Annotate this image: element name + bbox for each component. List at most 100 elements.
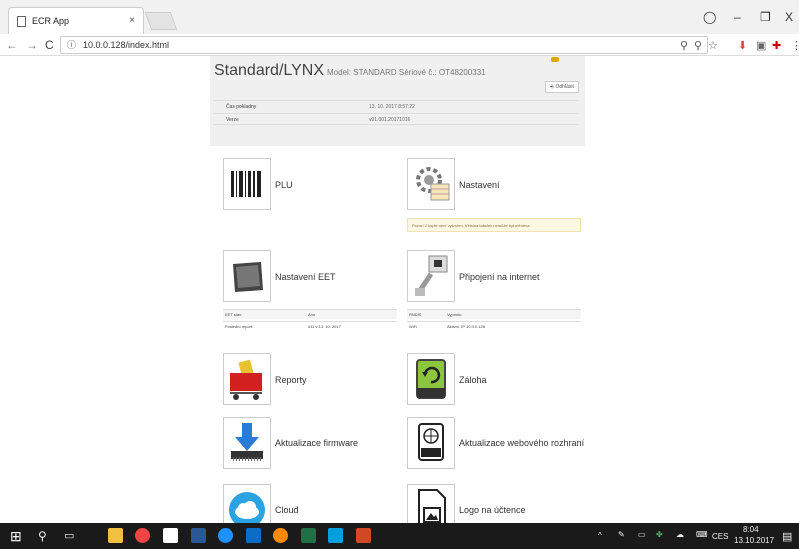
url-text: 10.0.0.128/index.html (83, 40, 170, 50)
profile-icon[interactable]: ◯ (703, 10, 716, 24)
close-window-button[interactable]: X (785, 10, 793, 24)
start-windows-icon[interactable]: ⊞ (10, 528, 22, 545)
info-value: 13. 10. 2017 8:57:22 (369, 104, 415, 110)
logo-label[interactable]: Logo na účtence (459, 505, 526, 515)
bookmark-star-icon[interactable]: ☆ (708, 39, 718, 52)
backup-tile[interactable] (407, 353, 455, 405)
forward-button[interactable]: → (26, 38, 38, 52)
info-value: v01.001.20171016 (369, 117, 411, 123)
shopping-cart-icon (230, 359, 262, 400)
new-tab-button[interactable] (144, 12, 178, 30)
tab-close-icon[interactable]: × (129, 15, 135, 26)
task-view-icon[interactable]: ▭ (64, 529, 74, 542)
web-update-tile[interactable] (407, 417, 455, 469)
skype-icon[interactable] (328, 528, 343, 543)
web-update-label[interactable]: Aktualizace webového rozhraní (459, 438, 584, 448)
minimize-button[interactable]: – (734, 10, 741, 24)
stat-label: EET stav: (225, 312, 243, 317)
restore-button[interactable]: ❐ (760, 10, 771, 24)
info-label: Verze (226, 117, 239, 123)
cloud-label[interactable]: Cloud (275, 505, 299, 515)
language-indicator[interactable]: CES (712, 532, 728, 541)
gear-icon (416, 167, 450, 201)
menu-icon[interactable]: ⋮ (791, 39, 799, 52)
tab-title: ECR App (32, 16, 70, 26)
stat-value: Vypnuto (447, 312, 462, 317)
clock-date[interactable]: 13.10.2017 (734, 536, 774, 545)
chrome-icon[interactable] (135, 528, 150, 543)
cloud-tile[interactable] (223, 484, 271, 523)
clock-time[interactable]: 8:04 (743, 525, 759, 534)
search-icon[interactable]: ⚲ (38, 529, 47, 543)
cloud-tray-icon[interactable]: ☁ (676, 530, 684, 539)
extension-icon[interactable]: ▣ (756, 39, 766, 52)
info-icon[interactable]: ⓘ (67, 37, 76, 53)
browser-tab[interactable]: ECR App × (8, 7, 144, 34)
store-icon[interactable] (163, 528, 178, 543)
pen-icon[interactable]: ✎ (618, 530, 625, 539)
ethernet-icon (415, 255, 448, 296)
info-row: Verze v01.001.20171016 (214, 113, 578, 125)
stat-label: RNDIS (409, 312, 422, 317)
model-line: Model: STANDARD Sériové č.: OT48200331 (327, 68, 486, 77)
stat-row: Poslední report: #11 v 13. 10. 2017 (223, 321, 397, 331)
extension-icon[interactable]: ⬇ (738, 39, 747, 52)
internet-label[interactable]: Připojení na internet (459, 272, 540, 282)
logout-label: Odhlásit (555, 84, 574, 90)
reports-tile[interactable] (223, 353, 271, 405)
stat-row: WiFi Aktivní, IP 10.0.0.128 (407, 321, 581, 331)
word-icon[interactable] (191, 528, 206, 543)
backup-label[interactable]: Záloha (459, 375, 487, 385)
reload-button[interactable]: C (45, 38, 54, 52)
stat-label: Poslední report: (225, 324, 254, 329)
settings-tile[interactable] (407, 158, 455, 210)
page-title: Standard/LYNX Model: STANDARD Sériové č.:… (214, 62, 486, 80)
file-explorer-icon[interactable] (108, 528, 123, 543)
settings-label[interactable]: Nastavení (459, 180, 500, 190)
excel-icon[interactable] (301, 528, 316, 543)
internet-tile[interactable] (407, 250, 455, 302)
logout-button[interactable]: ⎆ Odhlásit (545, 81, 579, 93)
edge-icon[interactable] (218, 528, 233, 543)
back-button[interactable]: ← (6, 38, 18, 52)
address-bar-row: ← → C ⓘ 10.0.0.128/index.html ⚲ ⚲ ☆ ⬇ ▣ … (0, 34, 799, 56)
powerpoint-icon[interactable] (356, 528, 371, 543)
plu-tile[interactable] (223, 158, 271, 210)
notifications-icon[interactable]: ▤ (782, 530, 792, 543)
network-icon[interactable]: ▭ (638, 530, 646, 539)
flag-icon[interactable]: ✚ (772, 39, 781, 52)
browser-titlebar: ECR App × ◯ – ❐ X (0, 0, 799, 34)
barcode-icon (231, 171, 261, 197)
windows-taskbar: ⊞ ⚲ ▭ ^ ✎ ▭ ✤ ☁ ⌨ CES 8:04 13.10.2017 ▤ (0, 523, 799, 549)
url-input[interactable]: ⓘ 10.0.0.128/index.html (60, 36, 708, 54)
device-title: Standard/LYNX (214, 62, 324, 79)
backup-drive-icon (416, 359, 446, 399)
stat-value: Ano (308, 312, 316, 317)
image-file-icon (418, 489, 446, 523)
firmware-download-icon (231, 423, 263, 461)
warning-notice: Pozor! 2 kopie není vytvořen. Většina ta… (407, 218, 581, 232)
keyboard-icon[interactable]: ⌨ (696, 530, 708, 539)
zoom-icon[interactable]: ⚲ (680, 39, 688, 52)
outlook-icon[interactable] (246, 528, 261, 543)
info-label: Čas pokladny (226, 104, 257, 110)
stat-row: EET stav: Ano (223, 309, 397, 319)
firmware-tile[interactable] (223, 417, 271, 469)
logo-tile[interactable] (407, 484, 455, 523)
chevron-up-icon[interactable]: ^ (598, 531, 602, 540)
eet-settings-label[interactable]: Nastavení EET (275, 272, 336, 282)
firmware-label[interactable]: Aktualizace firmware (275, 438, 358, 448)
device-icon (233, 262, 263, 292)
stat-row: RNDIS Vypnuto (407, 309, 581, 319)
eet-settings-tile[interactable] (223, 250, 271, 302)
tray-app-icon[interactable]: ✤ (656, 530, 663, 539)
device-info-card: Standard/LYNX Model: STANDARD Sériové č.:… (210, 56, 585, 146)
warning-icon (551, 57, 559, 62)
firefox-icon[interactable] (273, 528, 288, 543)
info-row: Čas pokladny 13. 10. 2017 8:57:22 (214, 100, 578, 112)
pin-icon[interactable]: ⚲ (694, 39, 702, 52)
plu-label[interactable]: PLU (275, 180, 293, 190)
html-file-icon (418, 423, 444, 461)
reports-label[interactable]: Reporty (275, 375, 307, 385)
stat-value: #11 v 13. 10. 2017 (308, 324, 341, 329)
